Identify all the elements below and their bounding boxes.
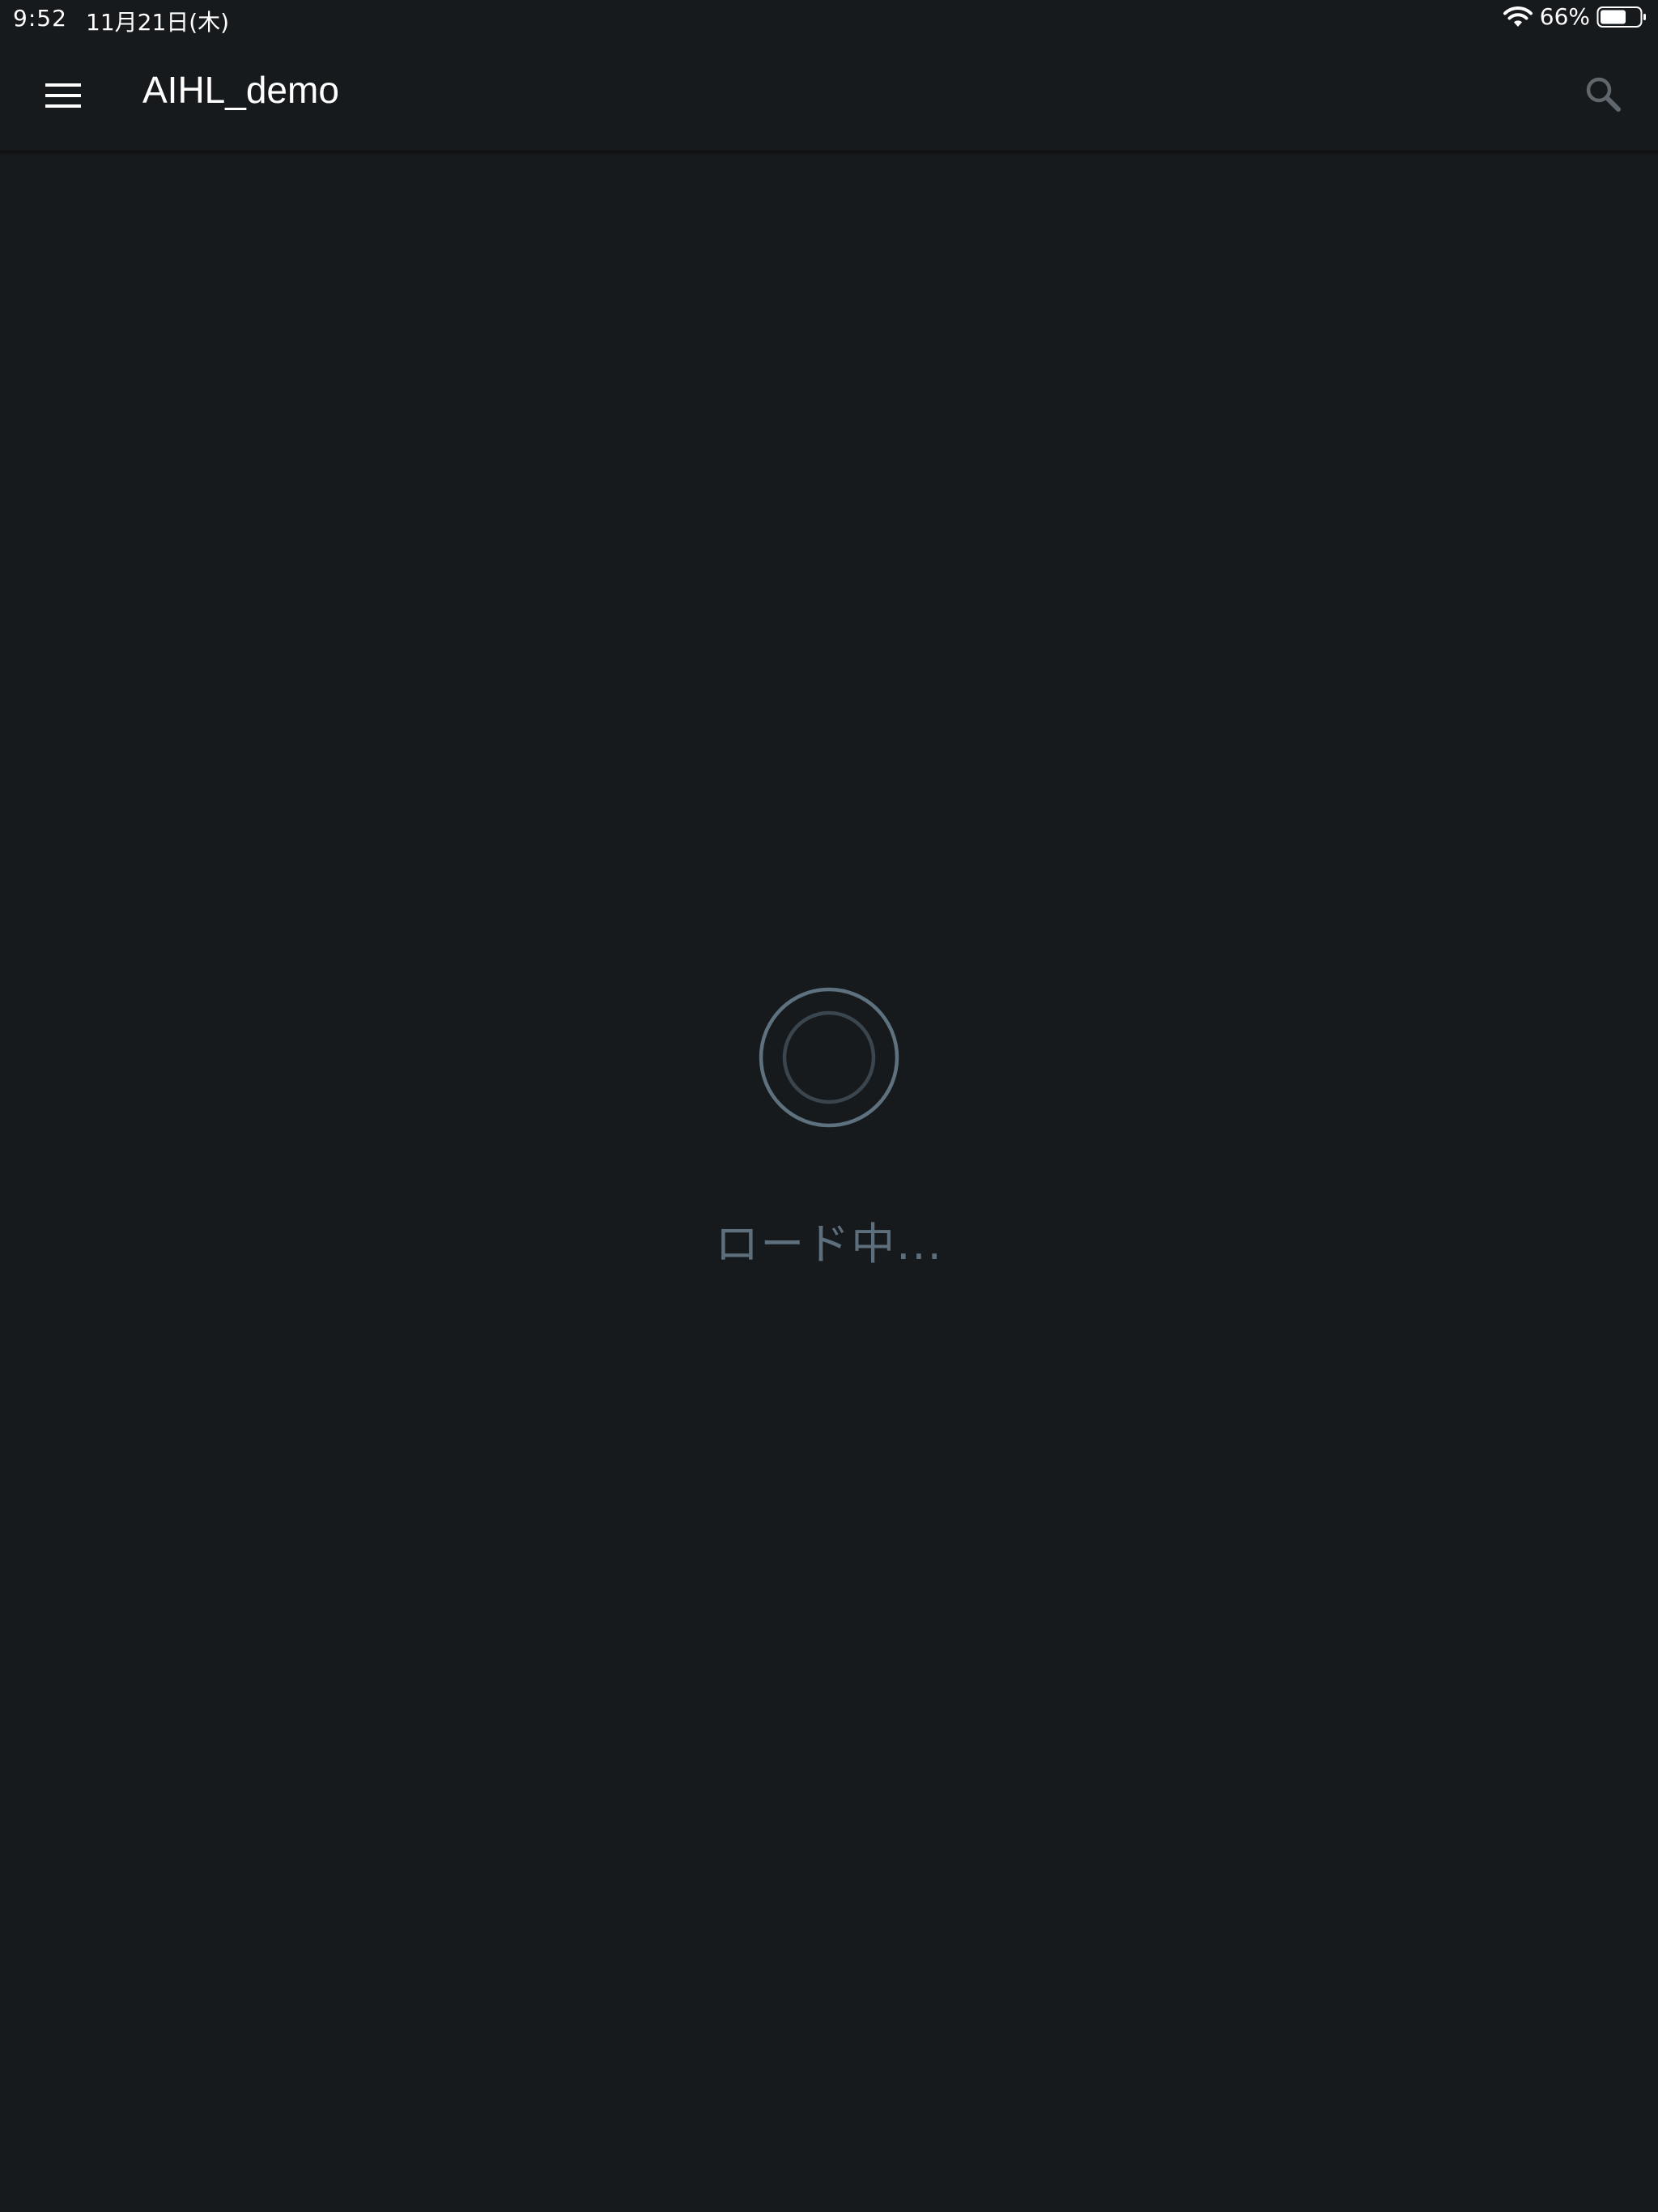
loading-spinner <box>758 986 900 1129</box>
app-bar: AIHL_demo <box>0 40 1658 152</box>
battery-icon <box>1596 5 1647 29</box>
status-date: 11月21日(木) <box>86 9 230 36</box>
loader-inner-ring <box>782 1010 876 1104</box>
app-screen: 9:52 11月21日(木) 66% AIHL_demo ロード中... <box>0 0 1658 2212</box>
battery-percentage: 66% <box>1539 3 1590 30</box>
status-indicators: 66% <box>1503 3 1647 30</box>
hamburger-menu-icon <box>44 81 83 113</box>
loading-text: ロード中... <box>715 1219 943 1270</box>
loader-outer-ring <box>759 987 899 1128</box>
menu-button[interactable] <box>29 63 97 131</box>
status-time: 9:52 <box>13 5 67 32</box>
wifi-icon <box>1503 5 1533 29</box>
status-bar: 9:52 11月21日(木) 66% <box>0 0 1658 40</box>
app-title: AIHL_demo <box>142 69 339 111</box>
search-icon <box>1584 74 1622 117</box>
search-button[interactable] <box>1577 70 1629 121</box>
